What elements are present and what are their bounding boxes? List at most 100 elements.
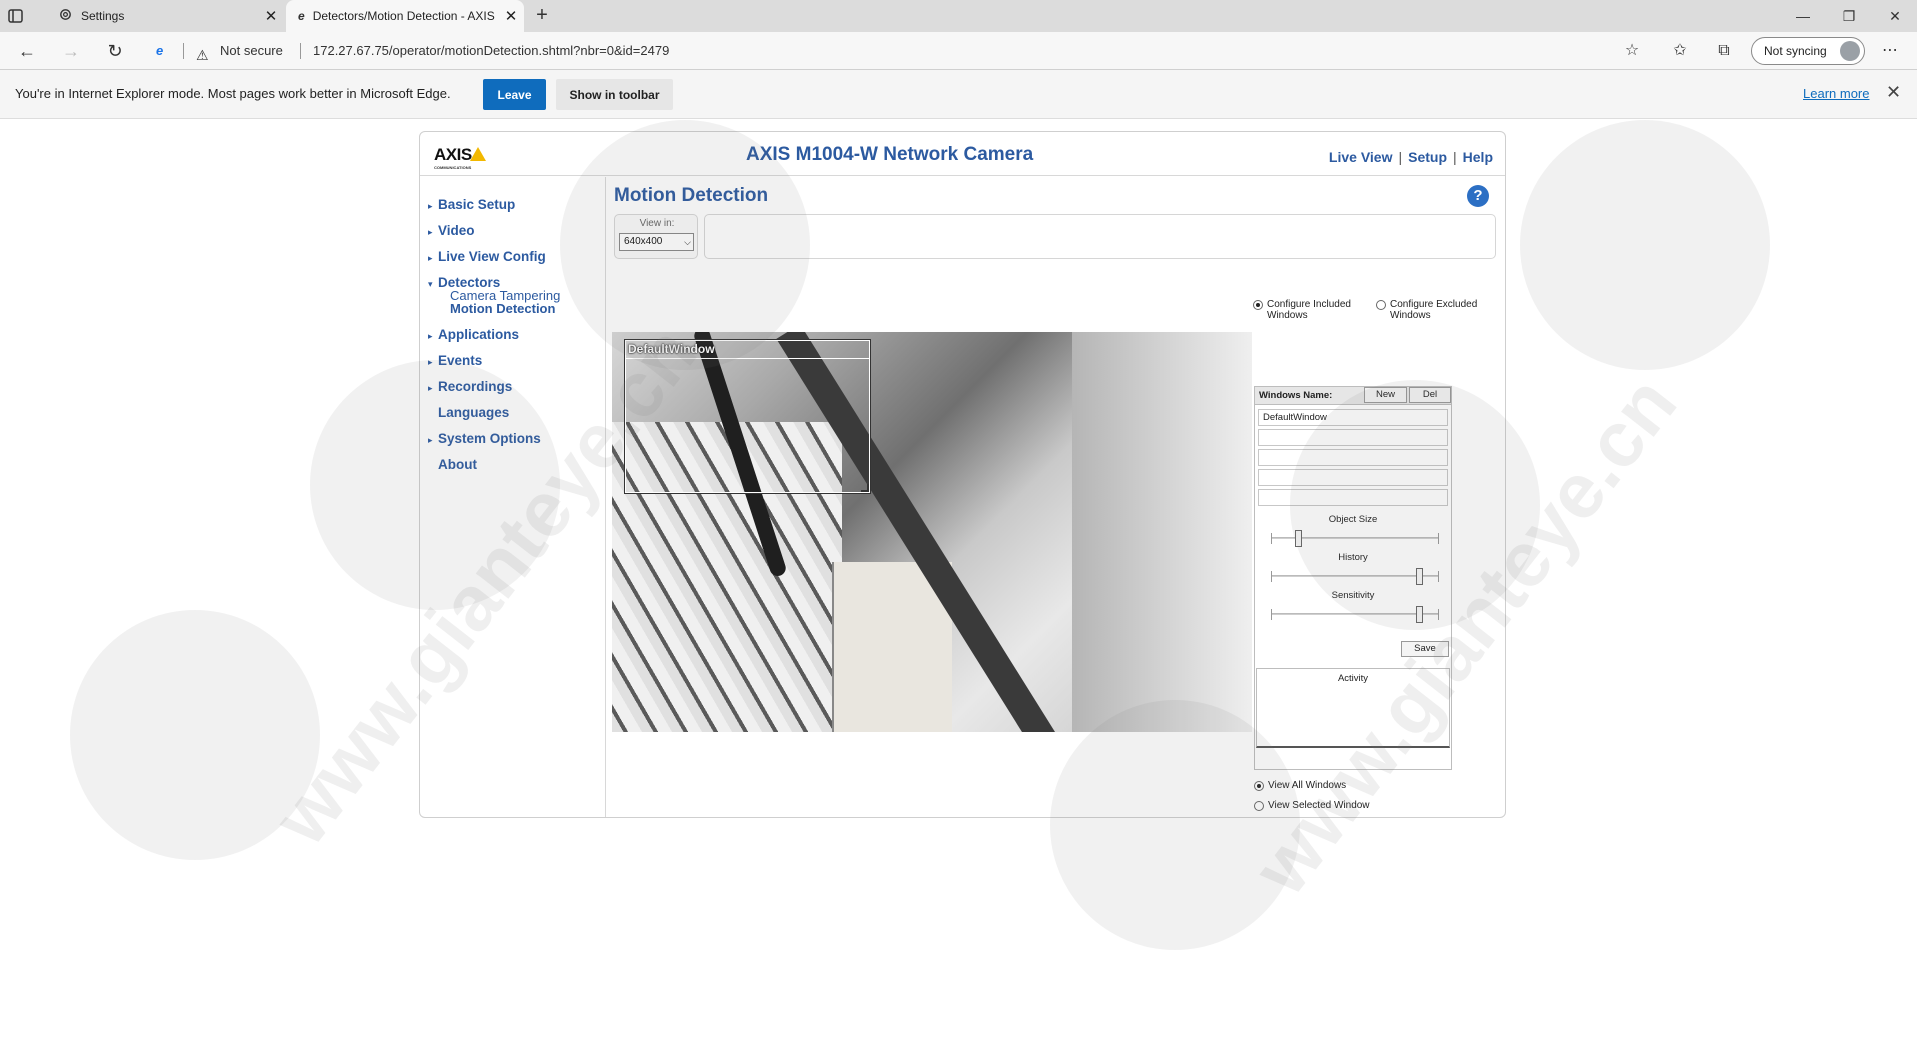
resize-handle-icon[interactable] [861,484,869,492]
view-selected-window-radio[interactable]: View Selected Window [1254,800,1454,811]
slider-thumb[interactable] [1415,606,1423,623]
tab-motion-detection[interactable]: e Detectors/Motion Detection - AXIS ✕ [286,0,524,32]
window-list-item[interactable] [1258,429,1448,446]
window-list-item[interactable]: DefaultWindow [1258,409,1448,426]
window-close-icon[interactable]: ✕ [1875,4,1915,28]
new-window-button[interactable]: New [1364,387,1407,403]
add-favorite-star-icon[interactable]: ☆ [1620,40,1644,62]
close-icon[interactable]: ✕ [258,7,284,25]
delete-window-button[interactable]: Del [1409,387,1451,403]
slider-thumb[interactable] [1415,568,1423,585]
close-icon[interactable]: ✕ [498,7,524,25]
live-view-link[interactable]: Live View [1329,149,1393,165]
radio-selected-icon [1254,781,1264,791]
logo-subtext: COMMUNICATIONS [434,165,472,170]
activity-box: Activity [1256,668,1450,748]
windows-name-label: Windows Name: [1259,390,1333,401]
sidebar-item-label: Recordings [438,379,513,394]
refresh-icon[interactable]: ↻ [102,39,128,63]
tab-settings[interactable]: Settings ✕ [44,0,284,32]
video-feed[interactable]: DefaultWindow [612,332,1252,732]
more-menu-icon[interactable]: ⋯ [1878,40,1902,62]
configure-included-radio[interactable]: Configure Included Windows [1253,299,1363,321]
save-button[interactable]: Save [1401,641,1449,657]
new-tab-plus-icon[interactable]: + [530,4,554,28]
video-texture [1072,332,1252,732]
motion-window-title[interactable]: DefaultWindow [626,341,869,359]
learn-more-link[interactable]: Learn more [1803,86,1869,101]
camera-page: AXIS COMMUNICATIONS AXIS M1004-W Network… [419,131,1506,818]
show-in-toolbar-button[interactable]: Show in toolbar [556,79,673,110]
chevron-right-icon: ▸ [428,383,433,393]
security-label[interactable]: Not secure [220,38,283,64]
back-arrow-icon[interactable]: ← [14,39,40,63]
slider-thumb[interactable] [1295,530,1303,547]
url-text[interactable]: 172.27.67.75/operator/motionDetection.sh… [313,38,669,64]
sidebar-subitem-motion-detection[interactable]: Motion Detection [450,301,555,316]
top-links: Live View | Setup | Help [1329,149,1493,165]
restore-icon[interactable]: ❐ [1829,4,1869,28]
motion-window-overlay[interactable]: DefaultWindow [624,339,871,494]
ie-icon: e [298,9,305,23]
ie-mode-icon[interactable]: e [156,43,172,59]
sidebar-item-languages[interactable]: Languages [428,405,509,420]
divider: | [1398,149,1403,165]
sensitivity-slider[interactable] [1271,606,1439,623]
tab-actions-menu-icon[interactable] [6,6,38,26]
setup-link[interactable]: Setup [1408,149,1447,165]
sidebar-item-basic-setup[interactable]: ▸ Basic Setup [428,197,515,212]
url-field[interactable]: e ⚠ Not secure 172.27.67.75/operator/mot… [148,38,1648,64]
sidebar-item-label: Languages [438,405,510,420]
warning-icon[interactable]: ⚠ [196,42,209,68]
camera-header: AXIS COMMUNICATIONS AXIS M1004-W Network… [420,132,1505,176]
radio-unselected-icon [1254,801,1264,811]
chevron-right-icon: ▸ [428,331,433,341]
sidebar-item-label: About [438,457,477,472]
page: { "browser": { "tabs": [ {"label": "Sett… [0,0,1917,1039]
window-list-item[interactable] [1258,469,1448,486]
sidebar-item-label: Basic Setup [438,197,516,212]
view-in-select[interactable]: 640x400 ⌵ [619,233,694,251]
chevron-right-icon: ▸ [428,227,433,237]
collections-icon[interactable]: ⧉ [1712,40,1736,62]
activity-label: Activity [1337,673,1369,684]
object-size-slider[interactable] [1271,530,1439,547]
watermark-badge [1520,120,1770,370]
sidebar-item-events[interactable]: ▸ Events [428,353,482,368]
chevron-right-icon: ▸ [428,435,433,445]
sidebar-item-label: System Options [438,431,541,446]
windows-list-panel: Windows Name: New Del DefaultWindow Obje… [1254,386,1452,770]
sidebar-item-recordings[interactable]: ▸ Recordings [428,379,512,394]
radio-selected-icon [1253,300,1263,310]
help-icon[interactable]: ? [1467,185,1489,207]
address-bar: ← → ↻ e ⚠ Not secure 172.27.67.75/operat… [0,32,1917,70]
radio-unselected-icon [1376,300,1386,310]
sidebar-item-label: Applications [438,327,520,342]
sync-label: Not syncing [1764,44,1827,58]
minimize-icon[interactable]: — [1783,4,1823,28]
window-list-item[interactable] [1258,489,1448,506]
sidebar-item-video[interactable]: ▸ Video [428,223,475,238]
view-in-group: View in: 640x400 ⌵ [614,214,698,259]
configure-excluded-radio[interactable]: Configure Excluded Windows [1376,299,1486,321]
tab-motion-detection-label: Detectors/Motion Detection - AXIS [312,9,495,23]
history-slider[interactable] [1271,568,1439,585]
sidebar-item-system-options[interactable]: ▸ System Options [428,431,541,446]
favorites-icon[interactable]: ✩ [1668,40,1692,62]
forward-arrow-icon[interactable]: → [58,39,84,63]
sidebar-item-about[interactable]: About [428,457,477,472]
sidebar-item-live-view-config[interactable]: ▸ Live View Config [428,249,546,264]
close-icon[interactable]: ✕ [1886,82,1901,103]
view-all-windows-radio[interactable]: View All Windows [1254,780,1454,791]
axis-logo[interactable]: AXIS COMMUNICATIONS [434,145,486,170]
chevron-down-icon: ⌵ [684,237,691,247]
view-in-value: 640x400 [624,236,663,247]
profile-sync-button[interactable]: Not syncing [1751,37,1865,65]
leave-button[interactable]: Leave [483,79,546,110]
sidebar-item-applications[interactable]: ▸ Applications [428,327,519,342]
gear-icon [58,7,73,25]
view-in-label: View in: [639,218,675,229]
window-list-item[interactable] [1258,449,1448,466]
help-link[interactable]: Help [1463,149,1493,165]
chevron-down-icon: ▾ [428,279,433,289]
